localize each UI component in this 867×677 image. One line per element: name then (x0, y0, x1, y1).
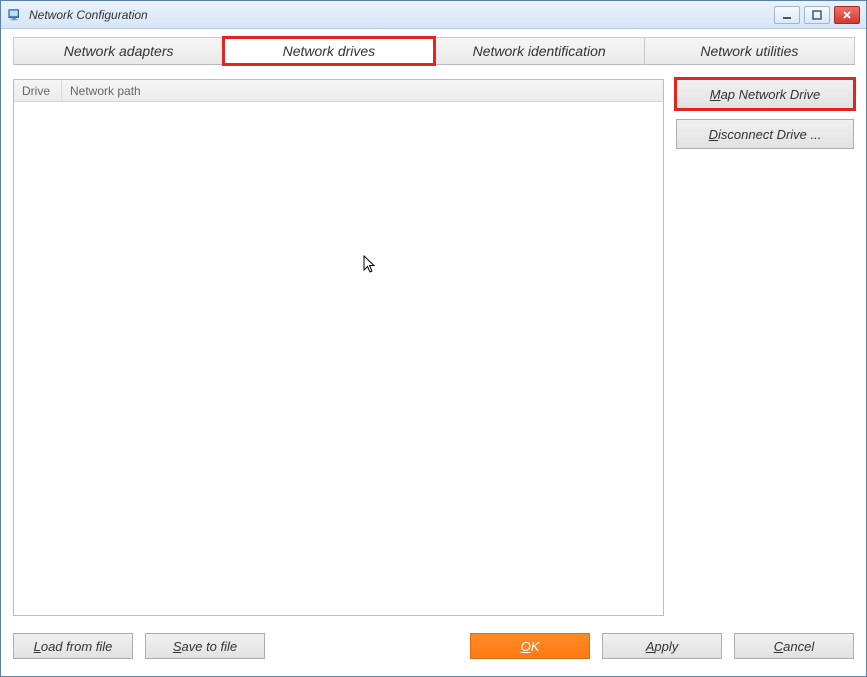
mnemonic: O (521, 639, 531, 654)
mnemonic: L (34, 639, 41, 654)
cursor-icon (363, 255, 377, 275)
list-body[interactable] (14, 102, 663, 615)
button-label-rest: oad from file (41, 639, 113, 654)
cancel-button[interactable]: Cancel (734, 633, 854, 659)
button-label-rest: pply (654, 639, 678, 654)
mnemonic: C (774, 639, 783, 654)
button-label-rest: ap Network Drive (721, 87, 821, 102)
column-header-drive[interactable]: Drive (14, 80, 62, 101)
tab-page: Drive Network path Map Network Drive D (13, 65, 854, 616)
bottom-bar: Load from file Save to file OK Apply Can… (13, 616, 854, 664)
tab-network-adapters[interactable]: Network adapters (13, 37, 224, 65)
list-header: Drive Network path (14, 80, 663, 102)
column-header-path[interactable]: Network path (62, 80, 663, 101)
maximize-button[interactable] (804, 6, 830, 24)
mnemonic: S (173, 639, 182, 654)
window-controls (774, 6, 862, 24)
mnemonic: M (710, 87, 721, 102)
drive-list[interactable]: Drive Network path (13, 79, 664, 616)
tab-label: Network utilities (700, 43, 798, 59)
button-label-rest: isconnect Drive ... (718, 127, 821, 142)
mnemonic: D (709, 127, 718, 142)
load-from-file-button[interactable]: Load from file (13, 633, 133, 659)
client-area: Network adapters Network drives Network … (1, 29, 866, 676)
tab-network-identification[interactable]: Network identification (434, 37, 645, 65)
side-button-panel: Map Network Drive Disconnect Drive ... (676, 79, 854, 616)
apply-button[interactable]: Apply (602, 633, 722, 659)
button-label-rest: ave to file (182, 639, 238, 654)
tab-label: Network drives (283, 43, 376, 59)
title-bar[interactable]: Network Configuration (1, 1, 866, 29)
tab-label: Network identification (473, 43, 606, 59)
window-title: Network Configuration (29, 8, 148, 22)
tab-strip: Network adapters Network drives Network … (13, 35, 854, 65)
button-label-rest: ancel (783, 639, 814, 654)
app-icon (7, 7, 23, 23)
tab-label: Network adapters (64, 43, 174, 59)
map-network-drive-button[interactable]: Map Network Drive (676, 79, 854, 109)
window-frame: Network Configuration Network adapters N… (0, 0, 867, 677)
button-label-rest: K (531, 639, 540, 654)
close-button[interactable] (834, 6, 860, 24)
tab-network-drives[interactable]: Network drives (223, 37, 434, 65)
minimize-button[interactable] (774, 6, 800, 24)
tab-network-utilities[interactable]: Network utilities (644, 37, 855, 65)
ok-button[interactable]: OK (470, 633, 590, 659)
disconnect-drive-button[interactable]: Disconnect Drive ... (676, 119, 854, 149)
save-to-file-button[interactable]: Save to file (145, 633, 265, 659)
